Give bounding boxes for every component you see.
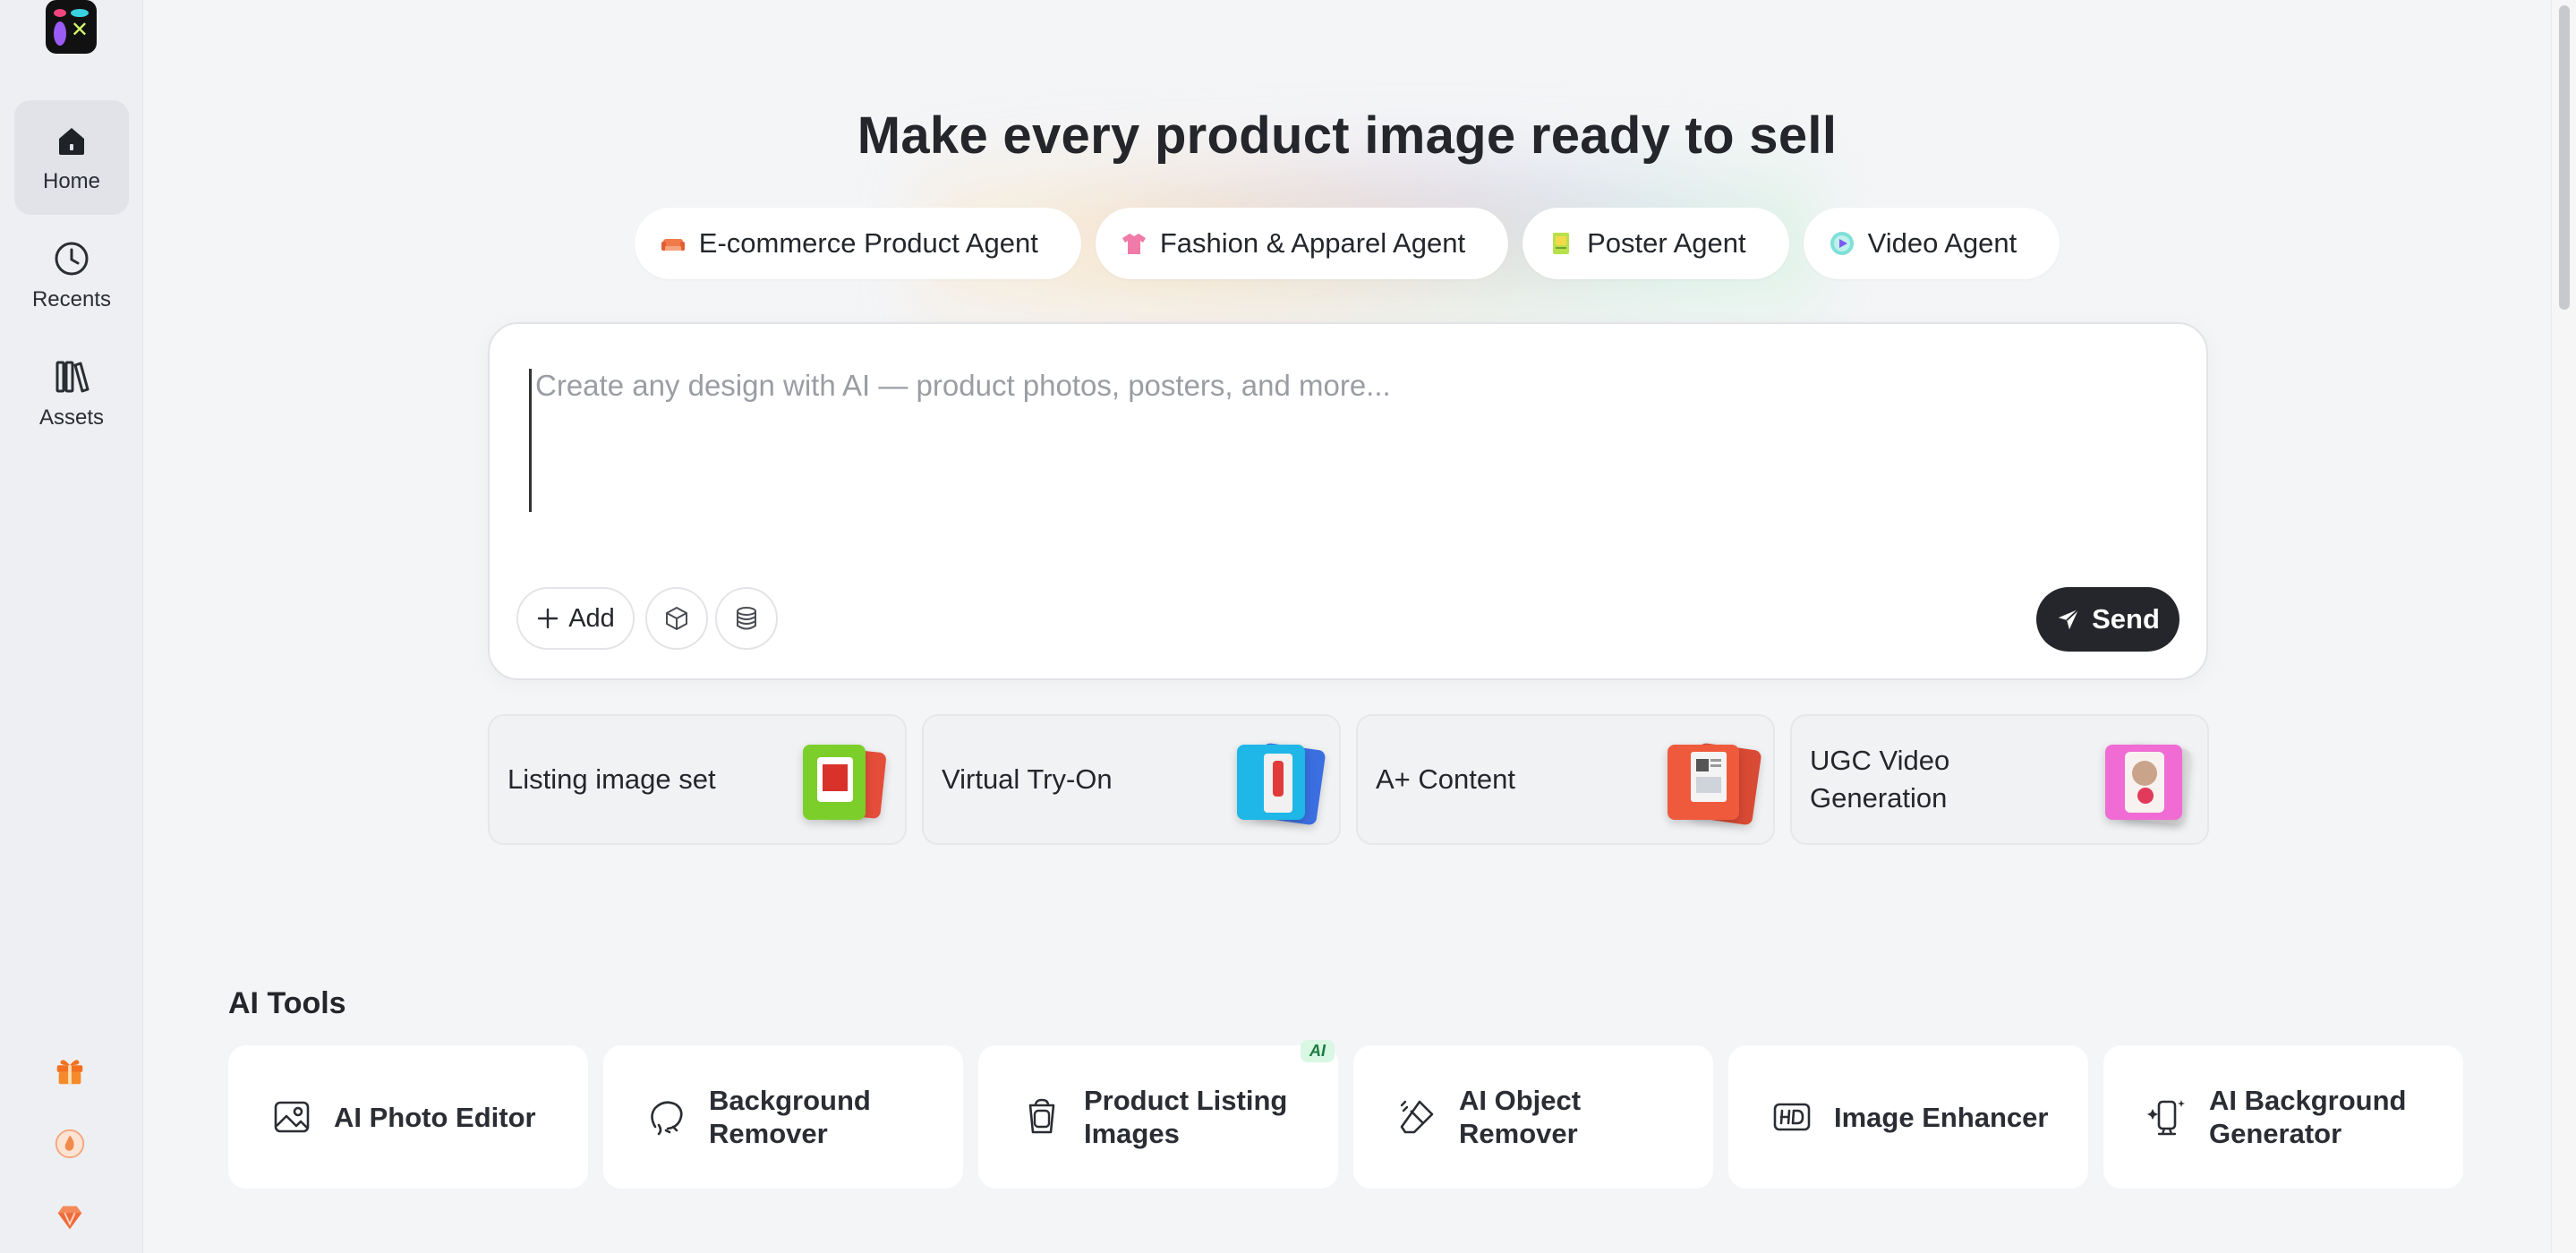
tool-ai-background-generator[interactable]: AI Background Generator [2103, 1045, 2463, 1189]
eraser-icon [1400, 1100, 1434, 1134]
sofa-icon [660, 230, 687, 257]
listing-thumbnail [799, 741, 887, 823]
try-on-thumbnail [1233, 741, 1326, 826]
cube-icon [666, 607, 687, 630]
bag-icon [1028, 1098, 1055, 1134]
tool-label: AI Background Generator [2209, 1085, 2407, 1149]
app-logo[interactable]: ✕ [46, 0, 97, 54]
quick-action-label: A+ Content [1376, 763, 1515, 795]
logo-dot-purple [54, 21, 66, 46]
sidebar-item-recents[interactable]: Recents [14, 218, 129, 333]
sidebar-item-label: Home [42, 169, 101, 193]
page-scrollbar[interactable] [2551, 0, 2576, 1253]
tool-background-remover[interactable]: Background Remover [603, 1045, 963, 1189]
home-icon [59, 128, 84, 155]
tool-label: AI Photo Editor [334, 1101, 536, 1133]
clock-icon [55, 242, 89, 276]
gift-icon[interactable] [50, 1051, 90, 1090]
add-button-label: Add [568, 603, 615, 633]
sidebar-item-home[interactable]: Home [14, 100, 129, 215]
quick-actions: Listing image set Virtual Try-On A+ Cont… [488, 714, 2209, 845]
prompt-box: Add Send [488, 322, 2208, 680]
add-button[interactable]: Add [516, 587, 635, 650]
quick-action-label: UGC Video Generation [1810, 745, 1950, 814]
page-title: Make every product image ready to sell [857, 107, 1838, 165]
agent-fashion-apparel[interactable]: Fashion & Apparel Agent [1095, 208, 1509, 279]
tool-label: Background Remover [709, 1085, 871, 1149]
quick-action-virtual-try-on[interactable]: Virtual Try-On [922, 714, 1341, 845]
stack-icon [737, 607, 756, 630]
tool-label: Product Listing Images [1084, 1085, 1288, 1149]
tool-label: Image Enhancer [1834, 1101, 2049, 1133]
tool-ai-photo-editor[interactable]: AI Photo Editor [228, 1045, 588, 1189]
send-button[interactable]: Send [2036, 587, 2179, 652]
poster-icon [1548, 230, 1574, 257]
quick-action-a-plus-content[interactable]: A+ Content [1356, 714, 1775, 845]
quick-action-label: Virtual Try-On [942, 763, 1113, 795]
quick-action-listing-image-set[interactable]: Listing image set [488, 714, 907, 845]
fire-icon[interactable] [50, 1124, 90, 1164]
ai-badge: AI [1301, 1040, 1335, 1062]
agent-poster[interactable]: Poster Agent [1523, 208, 1789, 279]
logo-x-mark: ✕ [70, 17, 89, 42]
diamond-icon[interactable] [50, 1198, 90, 1237]
sidebar-item-assets[interactable]: Assets [14, 337, 129, 451]
ai-tools-grid: AI Photo Editor Background Remover AI Pr… [228, 1040, 2463, 1189]
play-icon [1829, 230, 1855, 257]
quick-action-ugc-video[interactable]: UGC Video Generation [1790, 714, 2209, 845]
product-3d-button[interactable] [645, 587, 708, 650]
lasso-icon [651, 1101, 683, 1136]
brand-kit-button[interactable] [715, 587, 778, 650]
prompt-input[interactable] [529, 369, 2140, 512]
sidebar-item-label: Recents [31, 287, 112, 311]
ugc-thumbnail [2102, 741, 2192, 825]
tshirt-icon [1121, 230, 1147, 257]
scrollbar-thumb[interactable] [2559, 5, 2570, 310]
tool-image-enhancer[interactable]: Image Enhancer [1728, 1045, 2088, 1189]
agent-selector: E-commerce Product Agent Fashion & Appar… [143, 208, 2551, 279]
ai-tools-title: AI Tools [228, 986, 346, 1020]
quick-action-label: Listing image set [508, 763, 716, 795]
logo-dot-pink [54, 9, 66, 17]
tool-product-listing-images[interactable]: AI Product Listing Images [978, 1040, 1338, 1189]
phone-sparkle-icon [2147, 1100, 2185, 1136]
sidebar: ✕ Home Recents Assets [0, 0, 143, 1253]
hd-icon [1773, 1103, 1811, 1131]
logo-dot-cyan [70, 9, 89, 17]
agent-label: Fashion & Apparel Agent [1159, 227, 1466, 259]
plus-icon [537, 608, 559, 629]
send-button-label: Send [2092, 603, 2160, 635]
agent-label: Poster Agent [1587, 227, 1746, 259]
agent-label: Video Agent [1867, 227, 2017, 259]
photo-icon [274, 1101, 310, 1133]
agent-ecommerce-product[interactable]: E-commerce Product Agent [634, 208, 1081, 279]
main-content: Make every product image ready to sell E… [143, 0, 2551, 1253]
sidebar-item-label: Assets [38, 405, 105, 430]
agent-label: E-commerce Product Agent [698, 227, 1038, 259]
a-plus-thumbnail [1668, 741, 1762, 826]
tool-ai-object-remover[interactable]: AI Object Remover [1353, 1045, 1713, 1189]
library-icon [55, 361, 90, 393]
tool-label: AI Object Remover [1459, 1085, 1582, 1149]
send-icon [2058, 609, 2079, 630]
agent-video[interactable]: Video Agent [1803, 208, 2060, 279]
